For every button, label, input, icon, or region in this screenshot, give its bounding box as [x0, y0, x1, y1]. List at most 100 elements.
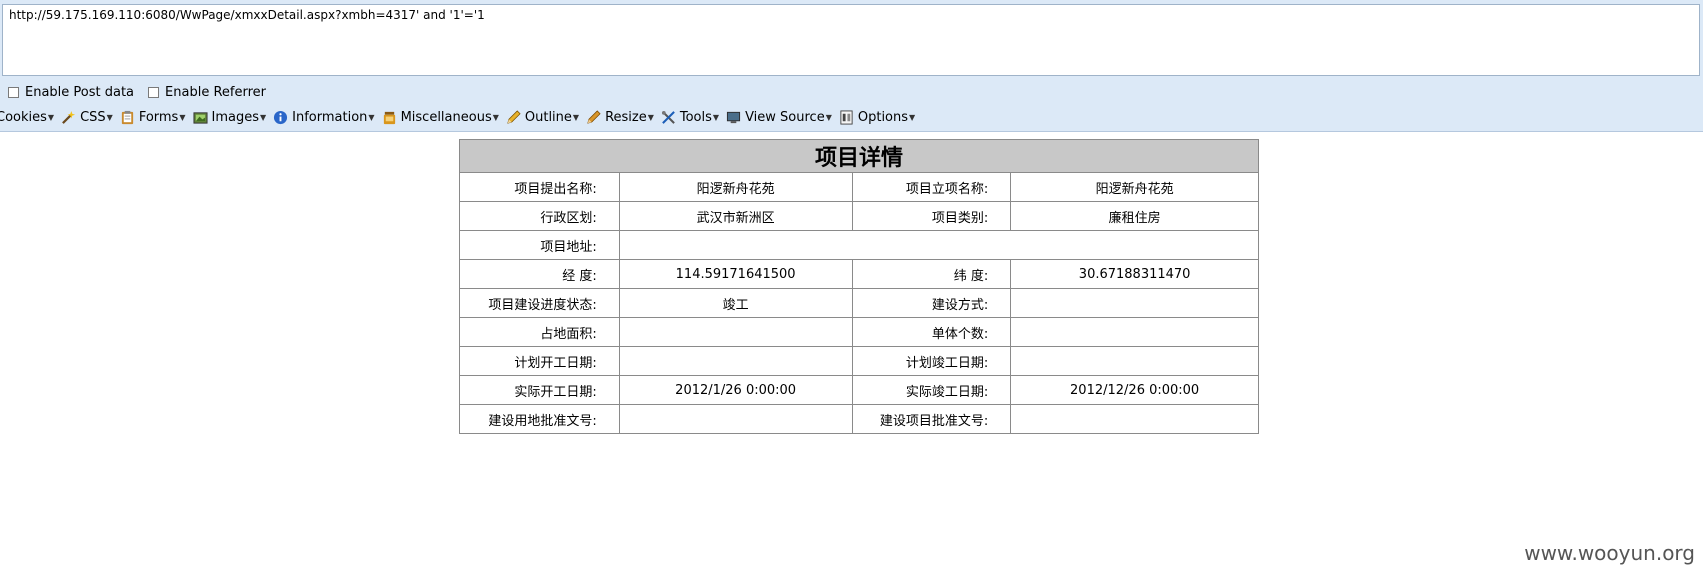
- field-value: 武汉市新洲区: [618, 201, 853, 231]
- field-label: 实际开工日期:: [459, 375, 620, 405]
- field-value: 30.67188311470: [1010, 259, 1259, 289]
- table-row: 项目提出名称: 阳逻新舟花苑 项目立项名称: 阳逻新舟花苑: [459, 172, 1259, 202]
- field-value: [1010, 288, 1259, 318]
- project-detail-table: 项目详情 项目提出名称: 阳逻新舟花苑 项目立项名称: 阳逻新舟花苑 行政区划:…: [459, 139, 1260, 434]
- dropdown-caret-icon: ▼: [647, 112, 654, 122]
- menu-options[interactable]: Options ▼: [839, 110, 915, 125]
- dropdown-caret-icon: ▼: [825, 112, 832, 122]
- dropdown-caret-icon: ▼: [492, 112, 499, 122]
- table-row: 建设用地批准文号: 建设项目批准文号:: [459, 404, 1259, 434]
- table-row: 实际开工日期: 2012/1/26 0:00:00 实际竣工日期: 2012/1…: [459, 375, 1259, 405]
- field-label: 占地面积:: [459, 317, 620, 347]
- tools-icon: [661, 110, 675, 124]
- referrer-label: Enable Referrer: [165, 84, 266, 100]
- post-data-label: Enable Post data: [25, 84, 135, 100]
- options-icon: [840, 109, 853, 125]
- url-input[interactable]: http://59.175.169.110:6080/WwPage/xmxxDe…: [2, 4, 1700, 76]
- field-label: 经 度:: [459, 259, 620, 289]
- field-label: 建设用地批准文号:: [459, 404, 620, 434]
- field-value: 2012/12/26 0:00:00: [1010, 375, 1259, 405]
- field-value: 阳逻新舟花苑: [618, 172, 853, 202]
- field-value: [1010, 317, 1259, 347]
- dropdown-caret-icon: ▼: [909, 112, 916, 122]
- field-value: [1010, 346, 1259, 376]
- menu-resize[interactable]: Resize ▼: [586, 110, 654, 125]
- dropdown-caret-icon: ▼: [106, 112, 113, 122]
- field-label: 项目提出名称:: [459, 172, 620, 202]
- css-wand-icon: [62, 110, 76, 124]
- field-label: 计划开工日期:: [459, 346, 620, 376]
- menu-label: Resize: [605, 109, 647, 125]
- field-value: [618, 346, 853, 376]
- dropdown-caret-icon: ▼: [712, 112, 720, 122]
- menu-label: Tools: [679, 109, 712, 125]
- field-label: 项目建设进度状态:: [459, 288, 620, 318]
- table-title-row: 项目详情: [459, 139, 1259, 173]
- enable-post-data-toggle[interactable]: Enable Post data: [8, 85, 134, 100]
- menu-outline[interactable]: Outline ▼: [506, 110, 579, 125]
- table-row: 项目建设进度状态: 竣工 建设方式:: [459, 288, 1259, 318]
- hackbar-panel: http://59.175.169.110:6080/WwPage/xmxxDe…: [0, 0, 1703, 132]
- menu-css[interactable]: CSS ▼: [61, 110, 113, 125]
- field-label: 行政区划:: [459, 201, 620, 231]
- field-label: 项目立项名称:: [851, 172, 1012, 202]
- dropdown-caret-icon: ▼: [572, 112, 580, 122]
- misc-jar-icon: [383, 111, 395, 124]
- web-developer-menu: Cookies ▼ CSS ▼ Forms ▼ Images ▼ Information…: [0, 107, 922, 127]
- field-label: 项目地址:: [459, 230, 620, 260]
- field-value: 竣工: [618, 288, 853, 318]
- dropdown-caret-icon: ▼: [179, 112, 186, 122]
- menu-label: Forms: [138, 109, 179, 125]
- menu-tools[interactable]: Tools ▼: [661, 110, 719, 125]
- dropdown-caret-icon: ▼: [368, 112, 375, 122]
- menu-label: Images: [211, 109, 260, 125]
- dropdown-caret-icon: ▼: [260, 112, 267, 122]
- menu-label: View Source: [745, 109, 825, 125]
- field-label: 纬 度:: [851, 259, 1012, 289]
- watermark: www.wooyun.org: [1524, 541, 1695, 565]
- table-row: 项目地址:: [459, 230, 1260, 260]
- field-label: 项目类别:: [851, 201, 1012, 231]
- menu-label: Options: [857, 109, 909, 125]
- menu-miscellaneous[interactable]: Miscellaneous ▼: [382, 110, 499, 125]
- field-label: 计划竣工日期:: [851, 346, 1012, 376]
- options-row: Enable Post data Enable Referrer: [8, 83, 280, 101]
- outline-pencil-icon: [507, 109, 521, 124]
- field-value: 2012/1/26 0:00:00: [618, 375, 853, 405]
- field-label: 建设方式:: [851, 288, 1012, 318]
- menu-label: Outline: [524, 109, 572, 125]
- menu-cookies[interactable]: Cookies ▼: [0, 110, 54, 125]
- field-value: [1010, 404, 1259, 434]
- menu-forms[interactable]: Forms ▼: [120, 110, 186, 125]
- menu-information[interactable]: Information ▼: [273, 109, 375, 125]
- table-row: 经 度: 114.59171641500 纬 度: 30.67188311470: [459, 259, 1259, 289]
- page-title: 项目详情: [459, 139, 1259, 173]
- referrer-checkbox[interactable]: [148, 86, 160, 98]
- enable-referrer-toggle[interactable]: Enable Referrer: [148, 85, 266, 100]
- menu-label: Cookies: [0, 109, 47, 125]
- menu-label: Miscellaneous: [400, 109, 492, 125]
- dropdown-caret-icon: ▼: [47, 112, 55, 122]
- post-data-checkbox[interactable]: [8, 86, 19, 98]
- menu-images[interactable]: Images ▼: [192, 109, 267, 125]
- table-row: 占地面积: 单体个数:: [459, 317, 1259, 347]
- images-icon: [192, 111, 208, 124]
- monitor-icon: [727, 111, 741, 123]
- field-value: [618, 404, 853, 434]
- field-value: 廉租住房: [1010, 201, 1259, 231]
- menu-label: Information: [292, 109, 368, 125]
- menu-label: CSS: [80, 109, 106, 125]
- field-value: 114.59171641500: [618, 259, 853, 289]
- forms-clipboard-icon: [121, 110, 133, 124]
- field-label: 单体个数:: [851, 317, 1012, 347]
- info-icon: [274, 110, 288, 124]
- field-value: [618, 230, 1260, 260]
- field-label: 实际竣工日期:: [851, 375, 1012, 405]
- field-label: 建设项目批准文号:: [851, 404, 1012, 434]
- table-row: 行政区划: 武汉市新洲区 项目类别: 廉租住房: [459, 201, 1259, 231]
- field-value: 阳逻新舟花苑: [1010, 172, 1259, 202]
- field-value: [618, 317, 853, 347]
- table-row: 计划开工日期: 计划竣工日期:: [459, 346, 1259, 376]
- resize-pencil-icon: [587, 109, 601, 124]
- menu-view-source[interactable]: View Source ▼: [726, 110, 832, 125]
